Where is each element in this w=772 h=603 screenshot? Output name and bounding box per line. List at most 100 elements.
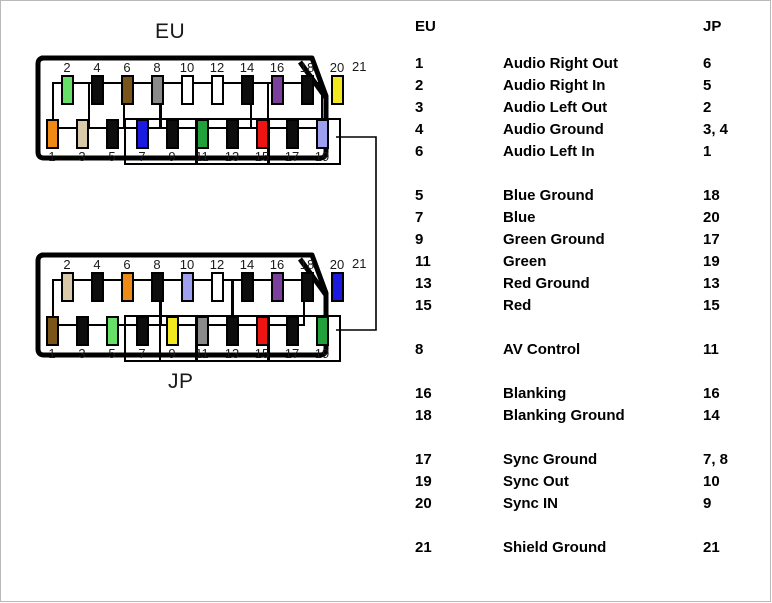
eu-pin-number-3: 3 (78, 149, 86, 164)
cell-eu-pin: 11 (415, 252, 431, 270)
jp-pin-number-14: 14 (239, 257, 255, 272)
cell-eu-pin: 8 (415, 340, 424, 358)
eu-connector-title: EU (155, 20, 186, 43)
eu-pin-number-20: 20 (329, 60, 345, 75)
cell-eu-pin: 4 (415, 120, 424, 138)
jp-pin-contact-11 (195, 316, 209, 346)
jp-pin-number-6: 6 (123, 257, 131, 272)
eu-bottom-pin-row: 1 3 5 7 9 11 13 15 17 19 (37, 119, 337, 164)
eu-pin-contact-6 (120, 75, 134, 105)
table-row: 9 Green Ground 17 (415, 228, 755, 250)
jp-pin-contact-16 (270, 272, 284, 302)
jp-pin-number-17: 17 (284, 346, 300, 361)
cell-signal-name: Green Ground (503, 230, 605, 248)
cell-eu-pin: 5 (415, 186, 424, 204)
shield-ground-wire (336, 136, 377, 331)
eu-pin-number-4: 4 (93, 60, 101, 75)
eu-pin-contact-3 (75, 119, 89, 149)
jp-pin-contact-7 (135, 316, 149, 346)
cell-signal-name: AV Control (503, 340, 581, 358)
eu-pin-number-13: 13 (224, 149, 240, 164)
table-row: 17 Sync Ground 7, 8 (415, 448, 755, 470)
table-body: 1 Audio Right Out 6 2 Audio Right In 5 3 Audio … (415, 52, 755, 558)
eu-pin-number-2: 2 (63, 60, 71, 75)
cell-signal-name: Sync IN (503, 494, 559, 512)
eu-pin-contact-5 (105, 119, 119, 149)
cell-jp-pin: 15 (703, 296, 720, 314)
jp-pin-16: 16 (262, 257, 292, 302)
cell-jp-pin: 3, 4 (703, 120, 729, 138)
jp-pin-number-5: 5 (108, 346, 116, 361)
cell-jp-pin: 9 (703, 494, 712, 512)
table-row: 8 AV Control 11 (415, 338, 755, 360)
table-row: 1 Audio Right Out 6 (415, 52, 755, 74)
cell-eu-pin: 1 (415, 54, 424, 72)
cell-jp-pin: 18 (703, 186, 720, 204)
eu-pin-contact-12 (210, 75, 224, 105)
eu-pin21-label: 21 (352, 59, 367, 74)
jp-pin-number-15: 15 (254, 346, 270, 361)
cell-signal-name: Red (503, 296, 532, 314)
jp-pin-1: 1 (37, 316, 67, 361)
cell-signal-name: Blue (503, 208, 536, 226)
eu-pin-number-16: 16 (269, 60, 285, 75)
jp-top-pin-row: 2 4 6 8 10 12 14 16 18 20 (52, 257, 352, 302)
jp-pin-contact-12 (210, 272, 224, 302)
eu-pin-contact-15 (255, 119, 269, 149)
cell-jp-pin: 1 (703, 142, 712, 160)
cell-eu-pin: 20 (415, 494, 432, 512)
jp-pin-contact-8 (150, 272, 164, 302)
header-jp: JP (703, 18, 722, 35)
table-group-separator (415, 316, 755, 338)
jp-pin-number-9: 9 (168, 346, 176, 361)
cell-eu-pin: 9 (415, 230, 424, 248)
jp-pin-number-18: 18 (299, 257, 315, 272)
jp-pin-contact-6 (120, 272, 134, 302)
eu-top-pin-row: 2 4 6 8 10 12 14 16 18 20 (52, 60, 352, 105)
cell-jp-pin: 10 (703, 472, 720, 490)
eu-pin-20: 20 (322, 60, 352, 105)
cell-signal-name: Blanking (503, 384, 567, 402)
table-row: 16 Blanking 16 (415, 382, 755, 404)
eu-pin-number-5: 5 (108, 149, 116, 164)
table-row: 6 Audio Left In 1 (415, 140, 755, 162)
cell-signal-name: Blue Ground (503, 186, 594, 204)
jp-pin-number-19: 19 (314, 346, 330, 361)
jp-pin-6: 6 (112, 257, 142, 302)
jp-pin-number-8: 8 (153, 257, 161, 272)
jp-pin-15: 15 (247, 316, 277, 361)
eu-pin-number-11: 11 (195, 149, 209, 164)
jp-pin-17: 17 (277, 316, 307, 361)
cell-signal-name: Audio Ground (503, 120, 604, 138)
cell-signal-name: Audio Right Out (503, 54, 618, 72)
eu-pin-3: 3 (67, 119, 97, 164)
pinout-table: EU JP 1 Audio Right Out 6 2 Audio Right In 5 3… (415, 18, 755, 558)
table-header-row: EU JP (415, 18, 755, 52)
cell-jp-pin: 19 (703, 252, 720, 270)
jp-pin-contact-5 (105, 316, 119, 346)
eu-pin-contact-13 (225, 119, 239, 149)
jp-pin-8: 8 (142, 257, 172, 302)
jp-connector-title: JP (168, 370, 194, 393)
cell-signal-name: Shield Ground (503, 538, 607, 556)
eu-pin-contact-8 (150, 75, 164, 105)
table-row: 18 Blanking Ground 14 (415, 404, 755, 426)
eu-pin-1: 1 (37, 119, 67, 164)
cell-jp-pin: 5 (703, 76, 712, 94)
eu-pin-contact-10 (180, 75, 194, 105)
eu-pin-number-1: 1 (48, 149, 56, 164)
jp-pin-9: 9 (157, 316, 187, 361)
cell-eu-pin: 6 (415, 142, 424, 160)
eu-pin-8: 8 (142, 60, 172, 105)
table-row: 3 Audio Left Out 2 (415, 96, 755, 118)
jp-pin-number-13: 13 (224, 346, 240, 361)
jp-pin-10: 10 (172, 257, 202, 302)
jp-pin-contact-2 (60, 272, 74, 302)
jp-pin-contact-18 (300, 272, 314, 302)
table-row: 19 Sync Out 10 (415, 470, 755, 492)
cell-signal-name: Audio Left Out (503, 98, 608, 116)
eu-pin-11: 11 (187, 119, 217, 164)
cell-eu-pin: 19 (415, 472, 432, 490)
eu-pin-contact-9 (165, 119, 179, 149)
table-group-separator (415, 514, 755, 536)
